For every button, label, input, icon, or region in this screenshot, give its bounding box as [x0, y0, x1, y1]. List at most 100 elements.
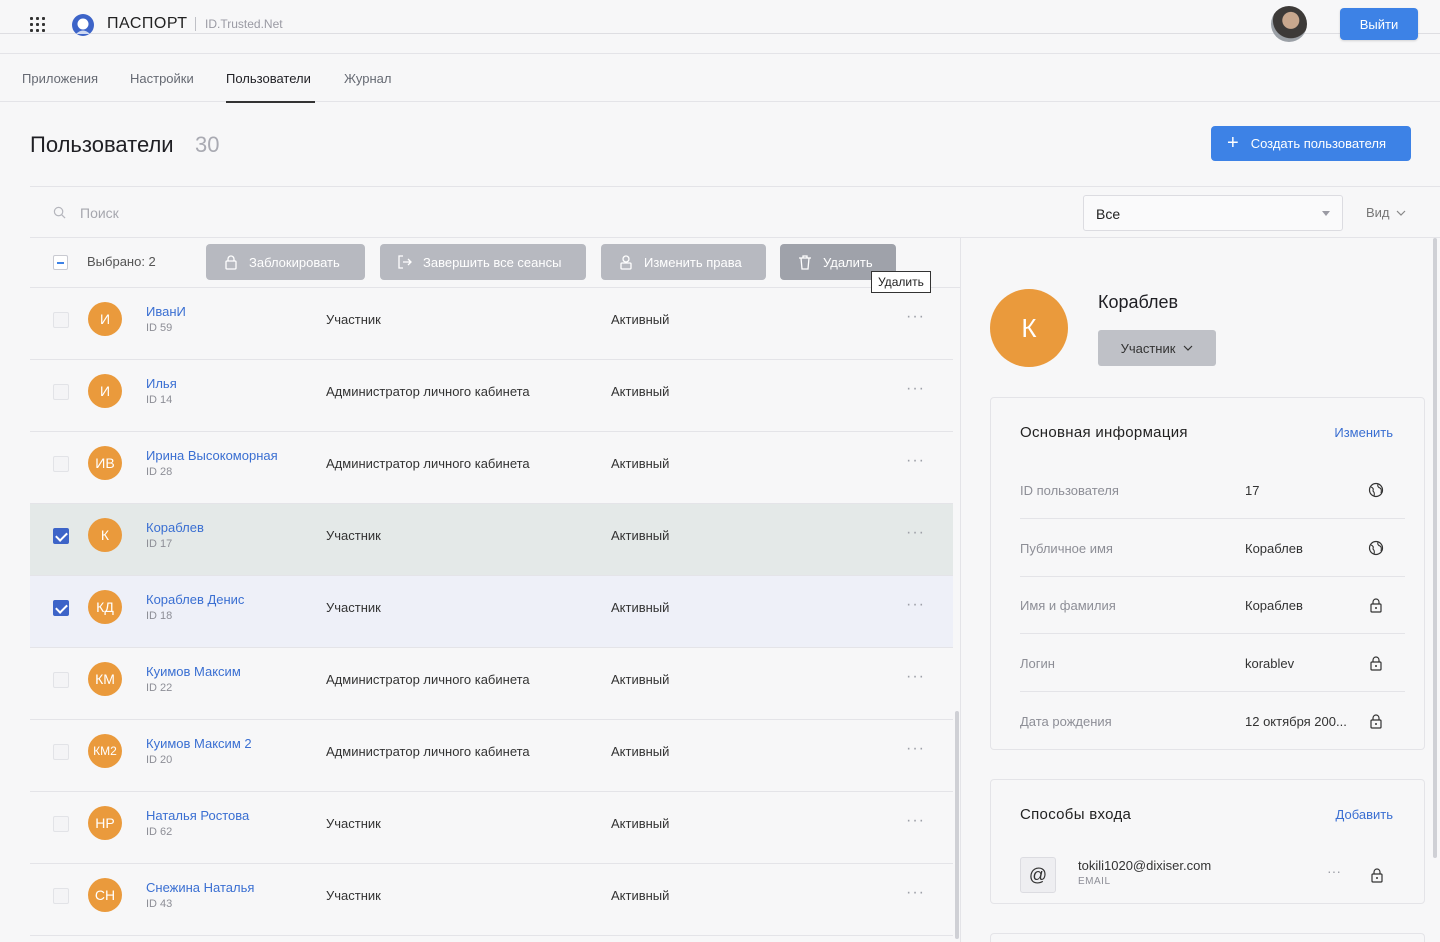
user-name-link[interactable]: Наталья Ростова: [146, 808, 249, 823]
table-row[interactable]: КД Кораблев Денис ID 18 Участник Активны…: [30, 576, 953, 648]
select-all-checkbox[interactable]: [53, 255, 68, 270]
lock-icon[interactable]: [1368, 713, 1384, 729]
lock-icon[interactable]: [1368, 655, 1384, 671]
bulk-actions-bar: Выбрано: 2 Заблокировать Завершить все с…: [30, 238, 960, 293]
role-label: Участник: [1120, 340, 1176, 356]
table-row[interactable]: И Илья ID 14 Администратор личного кабин…: [30, 360, 953, 432]
change-rights-button[interactable]: Изменить права: [601, 244, 766, 280]
more-icon[interactable]: ···: [906, 884, 925, 902]
more-icon[interactable]: ···: [906, 524, 925, 542]
next-card-edge: [990, 933, 1425, 942]
info-label: ID пользователя: [1020, 483, 1119, 498]
info-row-login: Логин korablev: [1020, 635, 1405, 692]
globe-icon[interactable]: [1368, 540, 1384, 556]
create-user-button[interactable]: + Создать пользователя: [1211, 126, 1411, 161]
table-row[interactable]: К Кораблев ID 17 Участник Активный ···: [30, 504, 953, 576]
search-input[interactable]: [80, 197, 680, 229]
more-icon[interactable]: ···: [906, 308, 925, 326]
info-row-public-name: Публичное имя Кораблев: [1020, 520, 1405, 577]
end-sessions-button[interactable]: Завершить все сеансы: [380, 244, 586, 280]
block-button[interactable]: Заблокировать: [206, 244, 365, 280]
status-filter-select[interactable]: Все: [1083, 195, 1343, 231]
table-row[interactable]: НР Наталья Ростова ID 62 Участник Активн…: [30, 792, 953, 864]
logout-button[interactable]: Выйти: [1340, 8, 1418, 40]
user-name-link[interactable]: Ирина Высокоморная: [146, 448, 278, 463]
user-name-link[interactable]: Куимов Максим: [146, 664, 241, 679]
user-role: Участник: [326, 888, 381, 903]
row-checkbox[interactable]: [53, 744, 69, 760]
tab-settings[interactable]: Настройки: [130, 71, 194, 86]
user-status: Активный: [611, 528, 670, 543]
add-login-link[interactable]: Добавить: [1336, 807, 1393, 822]
panel-scrollbar[interactable]: [1433, 238, 1437, 858]
lock-icon[interactable]: [1368, 597, 1384, 613]
more-icon[interactable]: ···: [906, 740, 925, 758]
more-icon[interactable]: ···: [906, 668, 925, 686]
user-name-link[interactable]: Илья: [146, 376, 177, 391]
more-icon[interactable]: ···: [906, 452, 925, 470]
user-name-link[interactable]: ИванИ: [146, 304, 186, 319]
tab-users[interactable]: Пользователи: [226, 71, 311, 86]
list-scrollbar[interactable]: [955, 711, 959, 939]
user-id: ID 22: [146, 682, 173, 694]
user-status: Активный: [611, 816, 670, 831]
globe-icon[interactable]: [1368, 482, 1384, 498]
row-checkbox[interactable]: [53, 600, 69, 616]
table-row[interactable]: И ИванИ ID 59 Участник Активный ···: [30, 288, 953, 360]
user-name-link[interactable]: Куимов Максим 2: [146, 736, 252, 751]
info-row-user-id: ID пользователя 17: [1020, 462, 1405, 519]
top-bar: ПАСПОРТ ID.Trusted.Net Выйти: [0, 0, 1440, 42]
user-name-link[interactable]: Кораблев: [146, 520, 204, 535]
user-role: Участник: [326, 312, 381, 327]
active-tab-indicator: [226, 101, 315, 103]
user-role: Администратор личного кабинета: [326, 672, 530, 687]
info-value: 17: [1245, 483, 1260, 498]
tab-journal[interactable]: Журнал: [344, 71, 391, 86]
row-checkbox[interactable]: [53, 672, 69, 688]
user-id: ID 14: [146, 394, 173, 406]
info-label: Публичное имя: [1020, 541, 1113, 556]
view-dropdown[interactable]: Вид: [1366, 205, 1406, 220]
more-icon[interactable]: ···: [906, 380, 925, 398]
panel-divider: [960, 238, 961, 942]
login-email: tokili1020@dixiser.com: [1078, 858, 1212, 873]
lock-icon: [225, 255, 237, 270]
user-id: ID 62: [146, 826, 173, 838]
apps-grid-icon[interactable]: [30, 17, 46, 33]
table-row[interactable]: КМ Куимов Максим ID 22 Администратор лич…: [30, 648, 953, 720]
row-checkbox[interactable]: [53, 816, 69, 832]
more-icon[interactable]: ···: [906, 812, 925, 830]
row-checkbox[interactable]: [53, 384, 69, 400]
info-label: Дата рождения: [1020, 714, 1112, 729]
row-checkbox[interactable]: [53, 456, 69, 472]
user-id: ID 20: [146, 754, 173, 766]
tab-applications[interactable]: Приложения: [22, 71, 98, 86]
user-name-link[interactable]: Кораблев Денис: [146, 592, 244, 607]
user-role: Администратор личного кабинета: [326, 744, 530, 759]
email-at-icon: @: [1020, 857, 1056, 893]
lock-icon[interactable]: [1369, 867, 1385, 883]
table-row[interactable]: СН Снежина Наталья ID 43 Участник Активн…: [30, 864, 953, 936]
users-count: 30: [195, 132, 220, 157]
edit-info-link[interactable]: Изменить: [1334, 425, 1393, 440]
user-status: Активный: [611, 456, 670, 471]
row-checkbox[interactable]: [53, 312, 69, 328]
role-dropdown[interactable]: Участник: [1098, 330, 1216, 366]
table-row[interactable]: КМ2 Куимов Максим 2 ID 20 Администратор …: [30, 720, 953, 792]
avatar: И: [88, 302, 122, 336]
brand-subtitle: ID.Trusted.Net: [205, 17, 283, 31]
info-value: 12 октября 200...: [1245, 714, 1347, 729]
user-role: Участник: [326, 816, 381, 831]
main-nav: Приложения Настройки Пользователи Журнал: [0, 53, 1440, 103]
more-icon[interactable]: ···: [906, 596, 925, 614]
basic-info-card: Основная информация Изменить ID пользова…: [990, 397, 1425, 750]
user-avatar[interactable]: [1271, 6, 1307, 42]
user-name-link[interactable]: Снежина Наталья: [146, 880, 254, 895]
avatar: КМ: [88, 662, 122, 696]
table-row[interactable]: ИВ Ирина Высокоморная ID 28 Администрато…: [30, 432, 953, 504]
avatar: К: [88, 518, 122, 552]
view-label: Вид: [1366, 205, 1390, 220]
row-checkbox[interactable]: [53, 888, 69, 904]
more-icon[interactable]: ···: [1327, 863, 1341, 879]
row-checkbox[interactable]: [53, 528, 69, 544]
